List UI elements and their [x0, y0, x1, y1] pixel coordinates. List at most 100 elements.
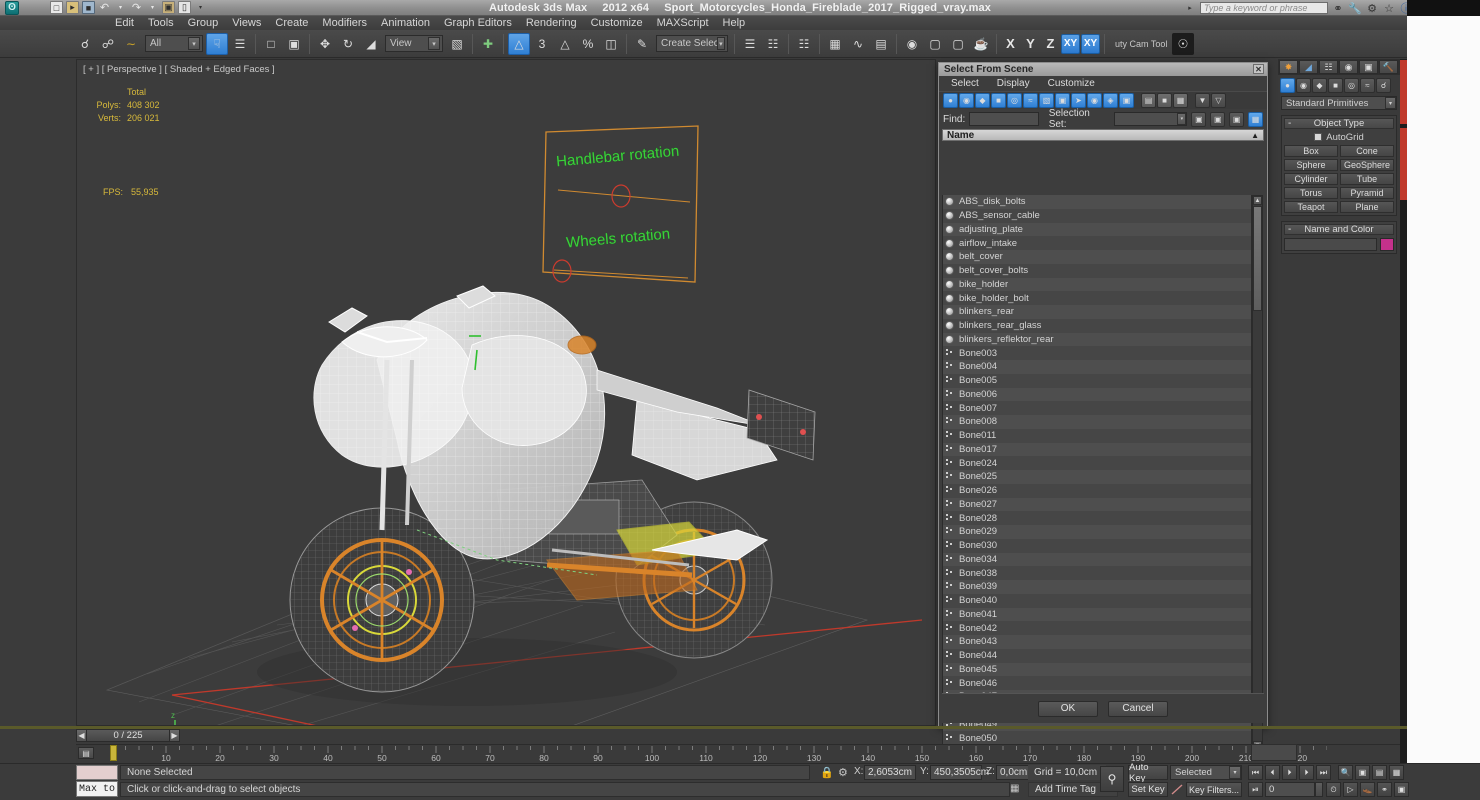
scene-list-item[interactable]: Bone011 — [943, 428, 1251, 443]
scene-list-item[interactable]: Bone024 — [943, 456, 1251, 470]
autogrid-checkbox[interactable] — [1314, 133, 1323, 141]
expand-all-icon[interactable]: ▤ — [1141, 93, 1156, 108]
create-space-warps-icon[interactable]: ≈ — [1360, 77, 1375, 93]
scene-list-item[interactable]: blinkers_reflektor_rear — [943, 332, 1251, 347]
scene-list-item[interactable]: Bone008 — [943, 415, 1251, 429]
percent-snap-toggle-icon[interactable]: △ — [554, 33, 576, 55]
key-mode-toggle-button[interactable]: ⏯ — [1248, 782, 1263, 797]
tab-display[interactable]: ▣ — [1359, 60, 1378, 74]
menu-item-animation[interactable]: Animation — [374, 16, 437, 30]
time-slider[interactable]: 0 / 225 — [76, 729, 180, 742]
dialog-menu-select[interactable]: Select — [951, 78, 979, 89]
scroll-up-icon[interactable]: ▲ — [1253, 196, 1262, 205]
next-frame-button[interactable]: ▶ — [169, 729, 180, 742]
scene-list-item[interactable]: belt_cover — [943, 250, 1251, 264]
scene-list-item[interactable]: ABS_sensor_cable — [943, 208, 1251, 223]
scene-list-item[interactable]: bike_holder — [943, 277, 1251, 292]
scene-list-item[interactable]: Bone044 — [943, 648, 1251, 663]
scene-list-item[interactable]: Bone003 — [943, 346, 1251, 360]
rectangular-selection-region-icon[interactable]: □ — [260, 33, 282, 55]
toggle-scene-explorer-icon[interactable]: ▦ — [824, 33, 846, 55]
bind-to-space-warp-icon[interactable]: ∼ — [120, 33, 142, 55]
dialog-title-bar[interactable]: Select From Scene ✕ — [939, 63, 1267, 76]
scene-list-item[interactable]: Bone046 — [943, 676, 1251, 690]
scene-list-item[interactable]: blinkers_rear_glass — [943, 318, 1251, 333]
scene-list-item[interactable]: Bone027 — [943, 497, 1251, 512]
dialog-close-icon[interactable]: ✕ — [1253, 64, 1264, 74]
axis-constraint-xy-snap-button[interactable]: XY — [1081, 33, 1100, 54]
scene-list-item[interactable]: Bone041 — [943, 607, 1251, 622]
scene-list-item[interactable]: Bone030 — [943, 538, 1251, 553]
dialog-menu-display[interactable]: Display — [997, 78, 1030, 89]
window-crossing-toggle-icon[interactable]: ▣ — [283, 33, 305, 55]
scene-list-item[interactable]: adjusting_plate — [943, 222, 1251, 237]
display-bones-icon[interactable]: ➤ — [1071, 93, 1086, 108]
primitive-category-combo[interactable]: Standard Primitives ▾ — [1281, 96, 1397, 110]
collapse-icon[interactable]: - — [1288, 224, 1291, 235]
edit-named-selection-sets-icon[interactable]: ✎ — [631, 33, 653, 55]
filter-icon[interactable]: ▼ — [1195, 93, 1210, 108]
filter-clear-icon[interactable]: ▽ — [1211, 93, 1226, 108]
display-space-warps-icon[interactable]: ≈ — [1023, 93, 1038, 108]
subscription-wrench-icon[interactable]: 🔧 — [1348, 1, 1362, 15]
perspective-viewport[interactable]: [ + ] [ Perspective ] [ Shaded + Edged F… — [76, 59, 936, 726]
workspace-dropdown-icon[interactable]: ▾ — [194, 1, 207, 14]
scene-list-item[interactable]: Bone028 — [943, 511, 1251, 525]
cancel-button[interactable]: Cancel — [1108, 700, 1168, 717]
utility-tool-icon[interactable]: ☉ — [1172, 32, 1194, 55]
scene-list-item[interactable]: Bone017 — [943, 442, 1251, 457]
object-type-rollout-header[interactable]: - Object Type — [1284, 118, 1394, 129]
chevron-down-icon[interactable]: ▾ — [188, 37, 200, 50]
display-lights-icon[interactable]: ◆ — [975, 93, 990, 108]
previous-frame-icon[interactable]: ⏴ — [1265, 765, 1280, 780]
angle-snap-toggle-icon[interactable]: 3 — [531, 33, 553, 55]
time-slider-handle[interactable] — [110, 745, 117, 761]
zoom-extents-icon[interactable]: ▤ — [1372, 765, 1387, 780]
tab-modify[interactable]: ◢ — [1299, 60, 1318, 74]
go-to-end-icon[interactable]: ⏭ — [1316, 765, 1331, 780]
snaps-toggle-icon[interactable]: △ — [508, 32, 530, 55]
render-setup-icon[interactable]: ▢ — [924, 33, 946, 55]
primitive-button-tube[interactable]: Tube — [1340, 173, 1394, 185]
render-production-icon[interactable]: ☕ — [970, 33, 992, 55]
remove-selection-set-icon[interactable]: ▣ — [1210, 111, 1226, 127]
menu-item-views[interactable]: Views — [225, 16, 268, 30]
chevron-down-icon[interactable]: ▾ — [716, 37, 725, 50]
unlink-selection-icon[interactable]: ☍ — [97, 33, 119, 55]
select-and-scale-icon[interactable]: ◢ — [360, 33, 382, 55]
scene-list-item[interactable]: Bone025 — [943, 470, 1251, 484]
tab-hierarchy[interactable]: ☷ — [1319, 60, 1338, 74]
chevron-down-icon[interactable]: ▾ — [1177, 113, 1187, 125]
scene-list-item[interactable]: belt_cover_bolts — [943, 263, 1251, 278]
axis-constraint-x-button[interactable]: X — [1001, 34, 1020, 54]
select-and-rotate-icon[interactable]: ↻ — [337, 33, 359, 55]
menu-item-create[interactable]: Create — [268, 16, 315, 30]
track-bar[interactable]: 10 20 30 40 50 60 70 80 90 100 110 120 130 140 150 160 1… — [76, 744, 1400, 763]
display-geometry-icon[interactable]: ● — [943, 93, 958, 108]
select-by-name-icon[interactable]: ☰ — [229, 33, 251, 55]
create-geometry-icon[interactable]: ● — [1280, 77, 1295, 93]
chevron-down-icon[interactable]: ▾ — [1229, 766, 1241, 779]
select-and-move-icon[interactable]: ✥ — [314, 33, 336, 55]
dialog-menu-customize[interactable]: Customize — [1048, 78, 1095, 89]
ok-button[interactable]: OK — [1038, 700, 1098, 717]
scene-list-item[interactable]: Bone039 — [943, 580, 1251, 594]
primitive-button-box[interactable]: Box — [1284, 145, 1338, 157]
create-shapes-icon[interactable]: ◉ — [1296, 77, 1311, 93]
redo-icon[interactable]: ↷ — [130, 1, 143, 14]
menu-item-edit[interactable]: Edit — [108, 16, 141, 30]
select-subtree-icon[interactable]: ▦ — [1248, 111, 1264, 127]
menu-item-rendering[interactable]: Rendering — [519, 16, 584, 30]
maxscript-label[interactable]: Max to — [76, 781, 118, 797]
set-key-animate-icon[interactable] — [1170, 783, 1184, 796]
scene-list-item[interactable]: Bone042 — [943, 621, 1251, 635]
selection-filter-combo[interactable]: All ▾ — [145, 35, 203, 52]
use-pivot-point-center-icon[interactable]: ▧ — [446, 33, 468, 55]
display-shapes-icon[interactable]: ◉ — [959, 93, 974, 108]
object-color-swatch[interactable] — [1380, 238, 1394, 251]
list-view-icon[interactable]: ▦ — [1173, 93, 1188, 108]
scene-list-item[interactable]: Bone029 — [943, 525, 1251, 539]
zoom-extents-all-icon[interactable]: ▦ — [1389, 765, 1404, 780]
favorites-star-icon[interactable]: ☆ — [1382, 1, 1396, 15]
select-and-link-icon[interactable]: ☌ — [74, 33, 96, 55]
